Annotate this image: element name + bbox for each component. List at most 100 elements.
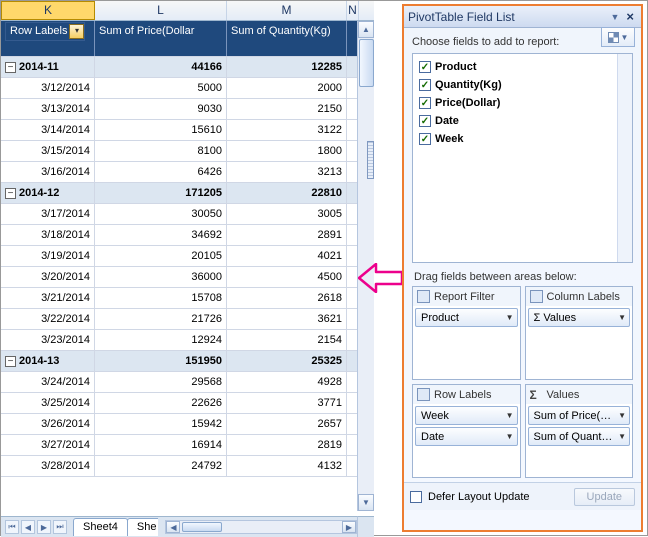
tab-prev-icon[interactable]: ◀ bbox=[21, 520, 35, 534]
field-item[interactable]: Product bbox=[417, 58, 628, 76]
pivot-field-list-panel: PivotTable Field List ▼ × Choose fields … bbox=[402, 4, 643, 532]
area-field-pill[interactable]: Product▼ bbox=[415, 308, 518, 327]
chevron-down-icon[interactable]: ▼ bbox=[618, 313, 626, 322]
column-header-l[interactable]: L bbox=[95, 1, 227, 20]
sum-price-header[interactable]: Sum of Price(Dollar bbox=[95, 21, 227, 56]
chevron-down-icon[interactable]: ▼ bbox=[618, 411, 626, 420]
area-row-labels[interactable]: Row Labels Week▼Date▼ bbox=[412, 384, 521, 478]
chevron-down-icon[interactable]: ▼ bbox=[618, 432, 626, 441]
scroll-down-button[interactable]: ▼ bbox=[358, 494, 374, 511]
field-list-menu-icon[interactable]: ▼ bbox=[610, 12, 619, 22]
field-item[interactable]: Date bbox=[417, 112, 628, 130]
field-list-layout-button[interactable]: ▼ bbox=[601, 27, 635, 47]
collapse-icon[interactable]: − bbox=[5, 188, 16, 199]
hscroll-right-button[interactable]: ▶ bbox=[342, 521, 356, 533]
pivot-data-row[interactable]: 3/28/2014247924132 bbox=[1, 456, 374, 477]
hscroll-left-button[interactable]: ◀ bbox=[166, 521, 180, 533]
funnel-icon bbox=[417, 290, 430, 303]
horizontal-scrollbar[interactable]: ◀ ▶ bbox=[165, 520, 357, 534]
chevron-down-icon[interactable]: ▼ bbox=[506, 432, 514, 441]
field-checkbox[interactable] bbox=[419, 61, 431, 73]
pivot-data-row[interactable]: 3/27/2014169142819 bbox=[1, 435, 374, 456]
rows-icon bbox=[417, 388, 430, 401]
tab-next-icon[interactable]: ▶ bbox=[37, 520, 51, 534]
area-values[interactable]: ΣValues Sum of Price(…▼Sum of Quant…▼ bbox=[525, 384, 634, 478]
pivot-header-row: Row Labels Sum of Price(Dollar Sum of Qu… bbox=[1, 21, 374, 57]
sheet-tab-next[interactable]: She bbox=[127, 518, 159, 536]
area-field-pill[interactable]: Σ Values▼ bbox=[528, 308, 631, 327]
sum-qty-header[interactable]: Sum of Quantity(Kg) bbox=[227, 21, 347, 56]
area-column-labels[interactable]: Column Labels Σ Values▼ bbox=[525, 286, 634, 380]
pivot-group-row[interactable]: −2014-114416612285 bbox=[1, 57, 374, 78]
hscroll-thumb[interactable] bbox=[182, 522, 222, 532]
defer-update-checkbox[interactable] bbox=[410, 491, 422, 503]
pivot-data-row[interactable]: 3/20/2014360004500 bbox=[1, 267, 374, 288]
pivot-data-row[interactable]: 3/24/2014295684928 bbox=[1, 372, 374, 393]
area-report-filter[interactable]: Report Filter Product▼ bbox=[412, 286, 521, 380]
layout-grid-icon bbox=[608, 32, 619, 43]
field-list-prompt: Choose fields to add to report: bbox=[412, 36, 633, 48]
pivot-group-row[interactable]: −2014-1315195025325 bbox=[1, 351, 374, 372]
pivot-data-row[interactable]: 3/23/2014129242154 bbox=[1, 330, 374, 351]
field-list-title: PivotTable Field List bbox=[408, 10, 515, 24]
collapse-icon[interactable]: − bbox=[5, 62, 16, 73]
field-checkbox[interactable] bbox=[419, 97, 431, 109]
pivot-data-row[interactable]: 3/25/2014226263771 bbox=[1, 393, 374, 414]
drag-areas-label: Drag fields between areas below: bbox=[414, 271, 633, 283]
pivot-data-row[interactable]: 3/13/201490302150 bbox=[1, 99, 374, 120]
sigma-icon: Σ bbox=[530, 388, 543, 401]
callout-arrow-icon bbox=[358, 263, 402, 293]
scroll-thumb[interactable] bbox=[359, 39, 374, 87]
row-labels-header[interactable]: Row Labels bbox=[5, 22, 85, 41]
field-item[interactable]: Week bbox=[417, 130, 628, 148]
field-checkbox[interactable] bbox=[419, 79, 431, 91]
pivot-data-row[interactable]: 3/15/201481001800 bbox=[1, 141, 374, 162]
pivot-group-row[interactable]: −2014-1217120522810 bbox=[1, 183, 374, 204]
pivot-data-row[interactable]: 3/12/201450002000 bbox=[1, 78, 374, 99]
tab-nav-buttons[interactable]: ⏮ ◀ ▶ ⏭ bbox=[5, 520, 67, 534]
pivot-data-row[interactable]: 3/19/2014201054021 bbox=[1, 246, 374, 267]
defer-update-label: Defer Layout Update bbox=[428, 491, 530, 503]
field-box-scrollbar[interactable] bbox=[617, 54, 632, 262]
area-field-pill[interactable]: Sum of Quant…▼ bbox=[528, 427, 631, 446]
field-checkbox[interactable] bbox=[419, 115, 431, 127]
scroll-up-button[interactable]: ▲ bbox=[358, 21, 374, 38]
column-header-n[interactable]: N bbox=[347, 1, 359, 20]
field-item[interactable]: Quantity(Kg) bbox=[417, 76, 628, 94]
pivot-data-row[interactable]: 3/22/2014217263621 bbox=[1, 309, 374, 330]
column-header-k[interactable]: K bbox=[1, 1, 95, 20]
pivot-grid: Row Labels Sum of Price(Dollar Sum of Qu… bbox=[1, 21, 374, 477]
column-header-row: K L M N bbox=[1, 1, 374, 21]
field-item[interactable]: Price(Dollar) bbox=[417, 94, 628, 112]
field-chooser-box[interactable]: ProductQuantity(Kg)Price(Dollar)DateWeek bbox=[412, 53, 633, 263]
field-list-footer: Defer Layout Update Update bbox=[404, 482, 641, 510]
collapse-icon[interactable]: − bbox=[5, 356, 16, 367]
pivot-data-row[interactable]: 3/16/201464263213 bbox=[1, 162, 374, 183]
pivot-data-row[interactable]: 3/14/2014156103122 bbox=[1, 120, 374, 141]
sheet-tab-active[interactable]: Sheet4 bbox=[73, 518, 128, 536]
area-field-pill[interactable]: Sum of Price(…▼ bbox=[528, 406, 631, 425]
pivot-data-row[interactable]: 3/26/2014159422657 bbox=[1, 414, 374, 435]
row-labels-dropdown-icon[interactable] bbox=[69, 24, 84, 39]
chevron-down-icon[interactable]: ▼ bbox=[506, 411, 514, 420]
field-list-titlebar[interactable]: PivotTable Field List ▼ × bbox=[404, 6, 641, 28]
chevron-down-icon: ▼ bbox=[621, 33, 629, 42]
update-button[interactable]: Update bbox=[574, 488, 635, 506]
scroll-corner bbox=[357, 516, 374, 537]
worksheet-area: K L M N Row Labels Sum of Price(Dollar S… bbox=[1, 1, 374, 537]
tab-last-icon[interactable]: ⏭ bbox=[53, 520, 67, 534]
columns-icon bbox=[530, 290, 543, 303]
column-header-m[interactable]: M bbox=[227, 1, 347, 20]
area-field-pill[interactable]: Date▼ bbox=[415, 427, 518, 446]
split-handle[interactable] bbox=[367, 141, 374, 179]
tab-first-icon[interactable]: ⏮ bbox=[5, 520, 19, 534]
field-list-close-icon[interactable]: × bbox=[623, 9, 637, 24]
area-field-pill[interactable]: Week▼ bbox=[415, 406, 518, 425]
field-checkbox[interactable] bbox=[419, 133, 431, 145]
pivot-data-row[interactable]: 3/17/2014300503005 bbox=[1, 204, 374, 225]
drop-areas-grid: Report Filter Product▼ Column Labels Σ V… bbox=[412, 286, 633, 478]
chevron-down-icon[interactable]: ▼ bbox=[506, 313, 514, 322]
pivot-data-row[interactable]: 3/21/2014157082618 bbox=[1, 288, 374, 309]
sheet-tab-bar: ⏮ ◀ ▶ ⏭ Sheet4 She ◀ ▶ bbox=[1, 516, 357, 537]
pivot-data-row[interactable]: 3/18/2014346922891 bbox=[1, 225, 374, 246]
